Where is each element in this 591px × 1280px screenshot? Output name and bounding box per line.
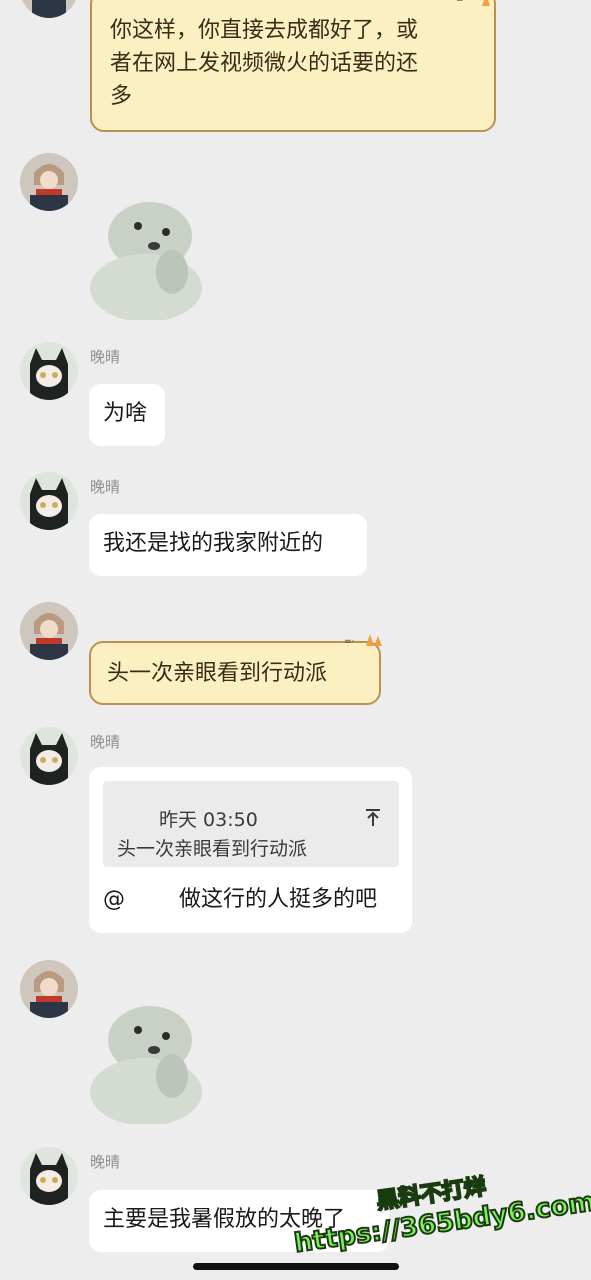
message-bubble-7[interactable]: 昨天 03:50 头一次亲眼看到行动派 @ 做这行的人挺多的吧 (89, 767, 412, 933)
message-line: 多 (110, 84, 133, 109)
svg-text:=·: =· (344, 637, 354, 647)
message-bubble-1[interactable]: 你这样，你直接去成都好了，或 者在网上发视频微火的话要的还 多 (90, 0, 496, 132)
avatar-self[interactable] (20, 153, 78, 211)
sender-name: 晚晴 (90, 478, 121, 496)
sender-name: 晚晴 (90, 1153, 121, 1171)
pin-top-icon[interactable] (365, 809, 381, 827)
avatar-self[interactable] (20, 0, 78, 18)
message-line: 你这样，你直接去成都好了，或 (110, 18, 419, 43)
cat-decoration-icon: =· (344, 634, 382, 647)
svg-text:=·: =· (456, 0, 466, 5)
avatar-other[interactable] (20, 727, 78, 785)
message-bubble-6[interactable]: 头一次亲眼看到行动派 (89, 641, 381, 705)
sender-name: 晚晴 (90, 348, 121, 366)
message-text: 做这行的人挺多的吧 (179, 887, 378, 912)
quote-time: 昨天 03:50 (159, 809, 258, 831)
avatar-other[interactable] (20, 472, 78, 530)
avatar-other[interactable] (20, 342, 78, 400)
avatar-self[interactable] (20, 960, 78, 1018)
cat-decoration-icon: =· (456, 0, 490, 6)
avatar-self[interactable] (20, 602, 78, 660)
seal-sticker-image[interactable] (88, 1000, 206, 1124)
seal-sticker-image[interactable] (88, 196, 206, 320)
mention-symbol: @ (103, 887, 125, 912)
message-bubble-4[interactable]: 为啥 (89, 384, 165, 446)
home-indicator[interactable] (193, 1263, 399, 1270)
sender-name: 晚晴 (90, 733, 121, 751)
avatar-other[interactable] (20, 1147, 78, 1205)
message-line: 者在网上发视频微火的话要的还 (110, 51, 419, 76)
quote-text: 头一次亲眼看到行动派 (117, 838, 308, 860)
quoted-message[interactable]: 昨天 03:50 头一次亲眼看到行动派 (103, 781, 399, 867)
message-bubble-5[interactable]: 我还是找的我家附近的 (89, 514, 367, 576)
